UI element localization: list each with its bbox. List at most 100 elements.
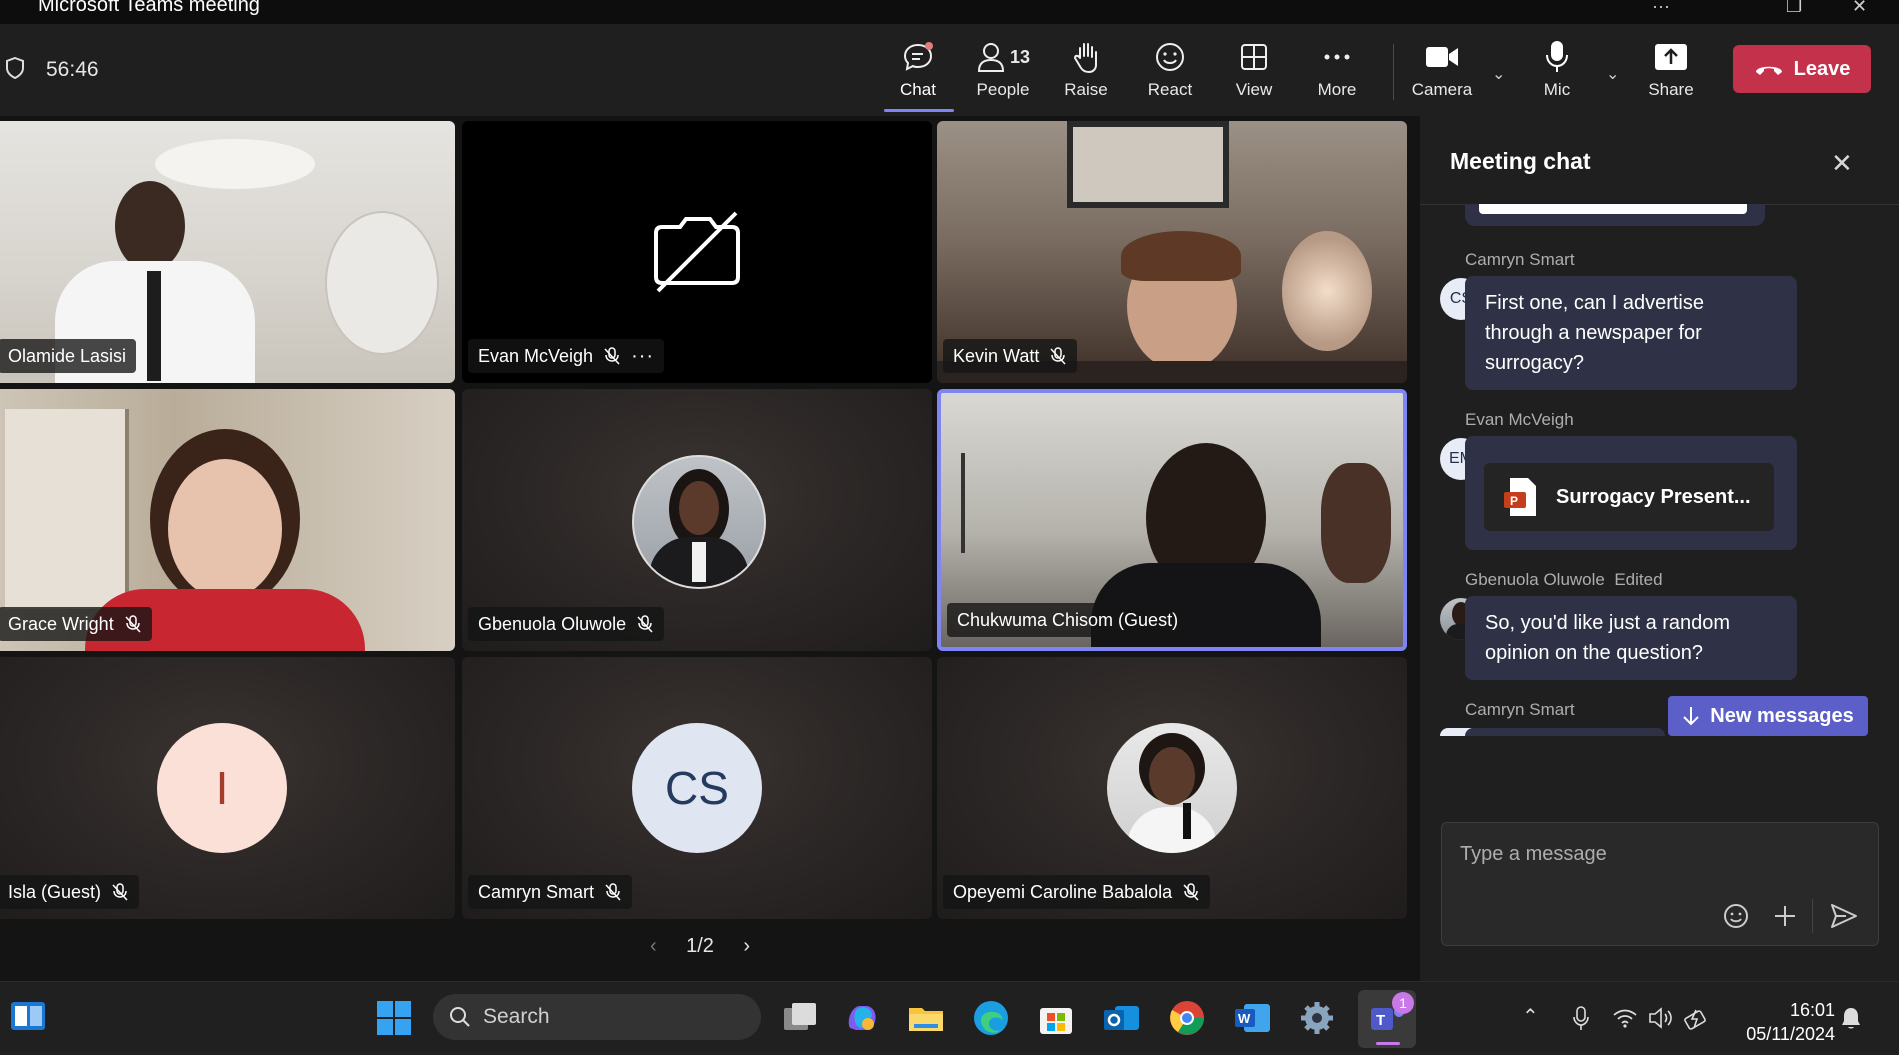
attachment-name: Surrogacy Present... [1556, 485, 1751, 508]
title-bar: Microsoft Teams meeting ··· ❐ ✕ [0, 0, 1899, 24]
notifications-bell-icon[interactable] [1840, 1006, 1862, 1030]
participant-tile[interactable]: Evan McVeigh ··· [462, 121, 932, 383]
view-button[interactable]: View [1214, 38, 1294, 100]
copilot-icon[interactable] [842, 998, 882, 1038]
participant-tile[interactable]: Kevin Watt [937, 121, 1407, 383]
mic-off-icon [1183, 883, 1199, 901]
camera-off-icon [654, 211, 740, 293]
file-explorer-icon[interactable] [906, 998, 946, 1038]
participant-initials-avatar: CS [632, 723, 762, 853]
camera-options-chevron-icon[interactable]: ⌄ [1492, 64, 1505, 84]
raise-hand-button[interactable]: Raise [1046, 38, 1126, 100]
message-sender: Camryn Smart [1465, 250, 1575, 269]
people-icon [977, 43, 1004, 72]
people-button[interactable]: 13 People [963, 38, 1043, 100]
mic-options-chevron-icon[interactable]: ⌄ [1606, 64, 1619, 84]
mic-off-icon [112, 883, 128, 901]
participant-tile[interactable]: I Isla (Guest) [0, 657, 455, 919]
round-mirror [325, 211, 439, 355]
share-button[interactable]: Share [1631, 38, 1711, 100]
chat-button-label: Chat [900, 80, 936, 99]
more-icon [1324, 54, 1350, 60]
close-window-icon[interactable]: ✕ [1852, 0, 1867, 17]
previous-page-chevron-icon[interactable]: ‹ [650, 935, 657, 958]
microphone-tray-icon[interactable] [1572, 1006, 1590, 1032]
grid-view-icon [1241, 44, 1267, 70]
message-bubble[interactable]: First one, can I advertise through a new… [1465, 276, 1797, 390]
camera-button[interactable]: Camera [1402, 38, 1482, 100]
chat-button[interactable]: Chat [878, 38, 958, 100]
person-hand [1321, 463, 1391, 583]
window-more-icon[interactable]: ··· [1652, 0, 1670, 17]
participant-more-icon[interactable]: ··· [631, 345, 654, 368]
mic-off-icon [637, 615, 653, 633]
avatar-initials: I [215, 762, 229, 814]
edge-browser-icon[interactable] [971, 998, 1011, 1038]
outlook-icon[interactable] [1101, 998, 1141, 1038]
powerpoint-file-icon: P [1504, 478, 1536, 516]
chat-icon [903, 42, 933, 71]
participant-nameplate: Olamide Lasisi [0, 339, 137, 373]
mic-icon [1546, 41, 1568, 72]
task-view-icon[interactable] [780, 998, 820, 1038]
wall-frame [1067, 121, 1229, 208]
ceiling-lamp [155, 139, 315, 189]
svg-text:W: W [1238, 1011, 1251, 1026]
new-messages-button[interactable]: New messages [1668, 696, 1868, 736]
message-bubble-partial [1465, 728, 1665, 736]
windows-start-icon[interactable] [374, 998, 414, 1038]
gallery-pager: ‹ 1/2 › [650, 935, 750, 958]
add-attachment-icon[interactable] [1772, 903, 1798, 929]
clock-time: 16:01 [1789, 1000, 1835, 1020]
participant-nameplate: Chukwuma Chisom (Guest) [947, 603, 1189, 637]
svg-text:P: P [1510, 494, 1518, 508]
participant-tile-speaking[interactable]: Chukwuma Chisom (Guest) [937, 389, 1407, 651]
wifi-icon[interactable] [1612, 1008, 1638, 1028]
message-sender: Gbenuola Oluwole Edited [1465, 570, 1663, 590]
settings-gear-icon[interactable] [1297, 998, 1337, 1038]
participant-tile[interactable]: Grace Wright [0, 389, 455, 651]
clock-date: 05/11/2024 [1746, 1024, 1835, 1044]
chrome-icon[interactable] [1167, 998, 1207, 1038]
more-label: More [1317, 80, 1357, 99]
person-face [168, 459, 282, 599]
system-clock[interactable]: 16:01 05/11/2024 [1746, 998, 1835, 1046]
message-composer[interactable]: Type a message [1441, 822, 1879, 946]
people-button-label: People [976, 80, 1030, 99]
participant-tile[interactable]: Gbenuola Oluwole [462, 389, 932, 651]
teams-notification-badge: 1 [1392, 992, 1414, 1014]
participant-name: Evan McVeigh [478, 345, 594, 366]
maximize-icon[interactable]: ❐ [1786, 0, 1802, 17]
widgets-icon[interactable] [8, 996, 48, 1036]
new-messages-label: New messages [1710, 704, 1854, 727]
send-icon[interactable] [1830, 903, 1858, 929]
composer-placeholder: Type a message [1460, 843, 1607, 865]
next-page-chevron-icon[interactable]: › [743, 935, 750, 958]
participant-tile[interactable]: CS Camryn Smart [462, 657, 932, 919]
microsoft-store-icon[interactable] [1036, 998, 1076, 1038]
leave-button[interactable]: Leave [1733, 45, 1871, 93]
battery-charging-icon[interactable] [1684, 1006, 1710, 1030]
mic-button[interactable]: Mic [1517, 38, 1597, 100]
windows-taskbar: W T 1 ⌃ [0, 981, 1899, 1055]
taskbar-search[interactable]: Search [433, 994, 761, 1040]
meeting-toolbar: 56:46 Chat 13 People Raise React View Mo… [0, 24, 1899, 116]
emoji-icon[interactable] [1723, 903, 1749, 929]
window-title: Microsoft Teams meeting [38, 0, 260, 16]
participant-tile[interactable]: Olamide Lasisi [0, 121, 455, 383]
page-indicator: 1/2 [686, 935, 714, 957]
close-chat-icon[interactable]: ✕ [1831, 148, 1853, 179]
more-button[interactable]: More [1297, 38, 1377, 100]
camera-icon [1426, 47, 1458, 67]
phone-hangup-icon [1755, 66, 1782, 75]
show-hidden-icons-chevron-icon[interactable]: ⌃ [1522, 1004, 1539, 1029]
message-bubble[interactable]: So, you'd like just a random opinion on … [1465, 596, 1797, 680]
react-button[interactable]: React [1130, 38, 1210, 100]
volume-icon[interactable] [1648, 1006, 1674, 1030]
person-head [115, 181, 185, 271]
participant-tile[interactable]: Opeyemi Caroline Babalola [937, 657, 1407, 919]
file-attachment[interactable]: P Surrogacy Present... [1484, 463, 1774, 531]
word-icon[interactable]: W [1232, 998, 1272, 1038]
sender-name: Gbenuola Oluwole [1465, 570, 1605, 589]
person-tie [147, 271, 161, 381]
